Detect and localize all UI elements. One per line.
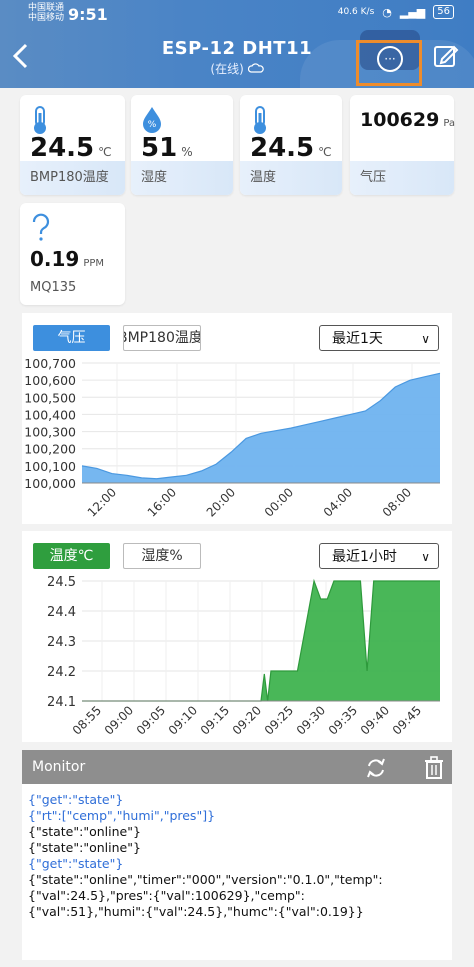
signal-icon: ▂▄▆ bbox=[399, 5, 426, 19]
card-unit: ℃ bbox=[98, 145, 112, 159]
monitor-log: {"get":"state"} {"rt":["cemp","humi","pre… bbox=[28, 792, 398, 920]
log-line: {"state":"online","timer":"000","version… bbox=[28, 872, 383, 919]
humidity-drop-icon: % bbox=[143, 107, 161, 133]
x-tick-label: 09:00 bbox=[102, 703, 136, 737]
tab-bmp180-temp[interactable]: BMP180温度 bbox=[123, 325, 201, 351]
card-unit: PPM bbox=[83, 258, 105, 269]
x-tick-label: 04:00 bbox=[321, 485, 355, 519]
trash-icon[interactable] bbox=[423, 756, 445, 780]
x-tick-label: 09:10 bbox=[166, 703, 200, 737]
sensor-card-mq135[interactable]: 0.19 PPM MQ135 bbox=[20, 203, 125, 305]
status-time: 9:51 bbox=[68, 5, 108, 24]
monitor-panel: Monitor {"get":"state"} {"rt":["cemp","hu… bbox=[22, 750, 452, 960]
x-tick-label: 09:30 bbox=[294, 703, 328, 737]
monitor-toolbar: Monitor bbox=[22, 750, 452, 784]
x-tick-label: 09:25 bbox=[262, 703, 296, 737]
y-tick-label: 24.4 bbox=[47, 605, 76, 620]
status-icons: 40.6 K/s ◔ ▂▄▆ 56 bbox=[338, 5, 454, 19]
chevron-down-icon: ∨ bbox=[421, 550, 430, 564]
refresh-icon[interactable] bbox=[365, 757, 387, 779]
more-icon: ··· bbox=[377, 46, 403, 72]
card-label: 湿度 bbox=[141, 170, 168, 185]
range-select[interactable]: 最近1小时 ∨ bbox=[319, 543, 439, 569]
x-tick-label: 09:45 bbox=[390, 703, 424, 737]
series-area bbox=[82, 373, 440, 483]
sensor-card-pressure[interactable]: 100629 Pa 气压 bbox=[350, 95, 456, 195]
log-line: {"get":"state"} bbox=[28, 792, 124, 807]
card-label: BMP180温度 bbox=[30, 170, 109, 185]
log-line: {"state":"online"} bbox=[28, 824, 141, 839]
card-label: 温度 bbox=[250, 170, 277, 185]
log-line: {"state":"online"} bbox=[28, 840, 141, 855]
question-icon bbox=[32, 213, 50, 241]
sensor-card-bmp180-temp[interactable]: 24.5 ℃ BMP180温度 bbox=[20, 95, 125, 195]
y-tick-label: 100,600 bbox=[24, 373, 76, 388]
carrier-2: 中国移动 bbox=[28, 13, 65, 23]
sensor-card-humidity[interactable]: % 51% 湿度 bbox=[131, 95, 233, 195]
card-value: 51 bbox=[141, 133, 178, 163]
log-line: {"rt":["cemp","humi","pres"]} bbox=[28, 808, 216, 823]
edit-icon bbox=[434, 45, 459, 67]
monitor-title: Monitor bbox=[32, 759, 86, 775]
sensor-card-temperature[interactable]: 24.5 ℃ 温度 bbox=[240, 95, 342, 195]
battery-icon: 56 bbox=[433, 5, 454, 19]
y-tick-label: 24.5 bbox=[47, 575, 76, 590]
wifi-icon: ◔ bbox=[382, 5, 392, 19]
thermometer-icon bbox=[34, 106, 46, 134]
x-tick-label: 00:00 bbox=[262, 485, 296, 519]
temperature-chart-panel: 温度℃ 湿度% 最近1小时 ∨ 24.1 24.2 24.3 24.4 24.5 08:5… bbox=[22, 531, 452, 742]
svg-text:%: % bbox=[148, 120, 157, 130]
card-label: 气压 bbox=[360, 170, 387, 185]
online-status: (在线) bbox=[210, 62, 244, 76]
x-tick-label: 08:00 bbox=[380, 485, 414, 519]
range-select-value: 最近1天 bbox=[332, 331, 383, 347]
pressure-chart-panel: 气压 BMP180温度 最近1天 ∨ 100,000 100,100 100,200… bbox=[22, 313, 452, 524]
card-unit: % bbox=[181, 145, 193, 159]
cloud-icon bbox=[247, 63, 264, 73]
card-unit: Pa bbox=[443, 118, 456, 129]
log-line: {"get":"state"} bbox=[28, 856, 124, 871]
pressure-chart: 100,000 100,100 100,200 100,300 100,400 100,5… bbox=[24, 356, 441, 520]
card-value: 24.5 bbox=[30, 133, 95, 163]
y-tick-label: 100,000 bbox=[24, 476, 76, 491]
x-tick-label: 09:15 bbox=[198, 703, 232, 737]
x-tick-label: 09:05 bbox=[134, 703, 168, 737]
tab-temperature[interactable]: 温度℃ bbox=[33, 543, 110, 569]
carrier-1: 中国联通 bbox=[28, 3, 65, 13]
card-value: 100629 bbox=[360, 109, 440, 131]
card-value: 0.19 bbox=[30, 247, 80, 271]
y-tick-label: 24.3 bbox=[47, 635, 76, 650]
tab-pressure[interactable]: 气压 bbox=[33, 325, 110, 351]
range-select-value: 最近1小时 bbox=[332, 549, 397, 565]
y-tick-label: 100,100 bbox=[24, 459, 76, 474]
card-value: 24.5 bbox=[250, 133, 315, 163]
x-tick-label: 09:20 bbox=[230, 703, 264, 737]
edit-button[interactable] bbox=[432, 42, 460, 70]
card-unit: ℃ bbox=[318, 145, 332, 159]
thermometer-icon bbox=[254, 106, 266, 134]
y-tick-label: 100,300 bbox=[24, 425, 76, 440]
x-tick-label: 20:00 bbox=[204, 485, 238, 519]
y-tick-label: 100,200 bbox=[24, 442, 76, 457]
y-tick-label: 24.1 bbox=[47, 695, 76, 710]
card-label: MQ135 bbox=[30, 280, 77, 295]
tab-humidity[interactable]: 湿度% bbox=[123, 543, 201, 569]
y-tick-label: 24.2 bbox=[47, 665, 76, 680]
y-tick-label: 100,700 bbox=[24, 356, 76, 371]
range-select[interactable]: 最近1天 ∨ bbox=[319, 325, 439, 351]
y-tick-label: 100,500 bbox=[24, 390, 76, 405]
x-tick-label: 09:40 bbox=[358, 703, 392, 737]
y-tick-label: 100,400 bbox=[24, 407, 76, 422]
temperature-chart: 24.124.224.324.424.508:5509:0009:0509:10… bbox=[47, 575, 440, 738]
chevron-down-icon: ∨ bbox=[421, 332, 430, 346]
x-tick-label: 12:00 bbox=[85, 485, 119, 519]
carrier-labels: 中国联通 中国移动 bbox=[28, 3, 64, 23]
more-options-button[interactable]: ··· bbox=[356, 40, 422, 86]
x-tick-label: 16:00 bbox=[145, 485, 179, 519]
x-tick-label: 09:35 bbox=[326, 703, 360, 737]
net-speed: 40.6 K/s bbox=[337, 7, 375, 17]
